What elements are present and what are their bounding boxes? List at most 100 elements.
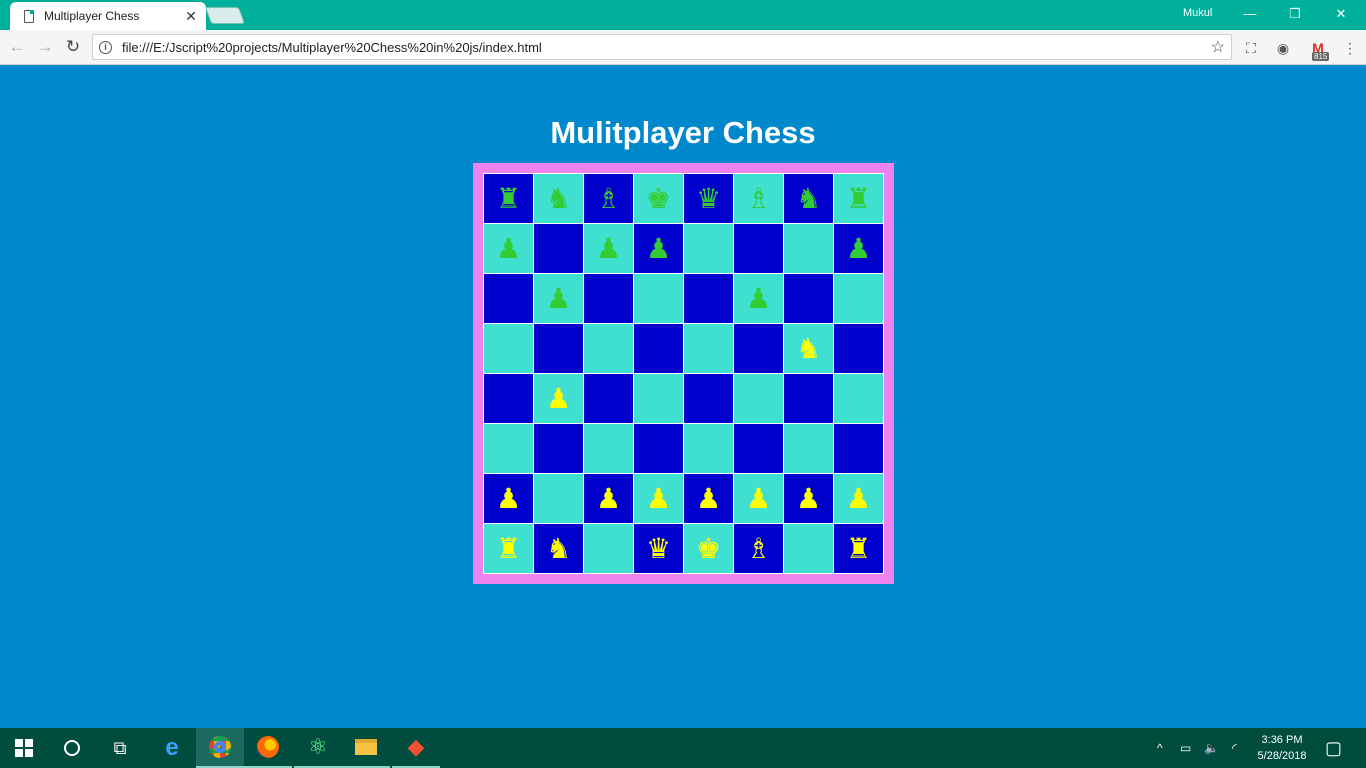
yellow-bishop-piece[interactable]: ♗ — [746, 534, 771, 563]
yellow-pawn-piece[interactable]: ♟ — [846, 484, 871, 513]
board-square[interactable] — [584, 424, 633, 473]
board-square[interactable]: ♟ — [634, 224, 683, 273]
board-square[interactable] — [734, 374, 783, 423]
git-button[interactable]: ◆ — [392, 728, 440, 768]
board-square[interactable] — [834, 374, 883, 423]
board-square[interactable]: ♗ — [584, 174, 633, 223]
green-pawn-piece[interactable]: ♟ — [496, 234, 521, 263]
board-square[interactable] — [634, 274, 683, 323]
board-square[interactable]: ♟ — [484, 474, 533, 523]
board-square[interactable]: ♟ — [734, 474, 783, 523]
yellow-queen-piece[interactable]: ♛ — [646, 534, 671, 563]
board-square[interactable]: ♞ — [534, 174, 583, 223]
taskbar-clock[interactable]: 3:36 PM 5/28/2018 — [1252, 732, 1312, 764]
board-square[interactable] — [784, 374, 833, 423]
green-knight-piece[interactable]: ♞ — [796, 184, 821, 213]
board-square[interactable]: ♟ — [634, 474, 683, 523]
address-bar[interactable]: i file:///E:/Jscript%20projects/Multipla… — [92, 34, 1232, 60]
info-icon[interactable]: i — [99, 40, 112, 54]
yellow-knight-piece[interactable]: ♞ — [546, 534, 571, 563]
board-square[interactable]: ♟ — [834, 474, 883, 523]
green-pawn-piece[interactable]: ♟ — [596, 234, 621, 263]
board-square[interactable]: ♗ — [734, 174, 783, 223]
file-explorer-button[interactable] — [342, 728, 390, 768]
yellow-pawn-piece[interactable]: ♟ — [646, 484, 671, 513]
volume-icon[interactable]: 🔈 — [1204, 728, 1219, 768]
notifications-icon[interactable]: ▢ — [1325, 728, 1342, 768]
board-square[interactable] — [684, 324, 733, 373]
yellow-pawn-piece[interactable]: ♟ — [796, 484, 821, 513]
board-square[interactable] — [684, 224, 733, 273]
menu-icon[interactable]: ⋮ — [1340, 38, 1360, 58]
yellow-rook-piece[interactable]: ♜ — [846, 534, 871, 563]
board-square[interactable]: ♟ — [534, 274, 583, 323]
board-square[interactable] — [584, 374, 633, 423]
board-square[interactable]: ♞ — [784, 324, 833, 373]
board-square[interactable] — [584, 274, 633, 323]
board-square[interactable] — [484, 274, 533, 323]
cortana-button[interactable] — [48, 728, 96, 768]
tab-close-icon[interactable]: ✕ — [184, 8, 198, 25]
board-square[interactable] — [584, 524, 633, 573]
bookmark-star-icon[interactable]: ☆ — [1211, 37, 1225, 57]
board-square[interactable]: ♚ — [634, 174, 683, 223]
green-pawn-piece[interactable]: ♟ — [546, 284, 571, 313]
wifi-icon[interactable]: ◜ — [1232, 728, 1237, 768]
yellow-pawn-piece[interactable]: ♟ — [696, 484, 721, 513]
board-square[interactable]: ♚ — [684, 524, 733, 573]
battery-icon[interactable]: ▭ — [1180, 728, 1191, 768]
board-square[interactable]: ♛ — [634, 524, 683, 573]
board-square[interactable] — [534, 224, 583, 273]
firefox-button[interactable] — [244, 728, 292, 768]
board-square[interactable]: ♛ — [684, 174, 733, 223]
tray-chevron-icon[interactable]: ^ — [1157, 728, 1163, 768]
screenshot-extension-icon[interactable]: ⛶ — [1241, 38, 1261, 58]
board-square[interactable]: ♟ — [734, 274, 783, 323]
green-bishop-piece[interactable]: ♗ — [746, 184, 771, 213]
board-square[interactable]: ♜ — [484, 174, 533, 223]
edge-button[interactable]: e — [148, 728, 196, 768]
board-square[interactable]: ♟ — [534, 374, 583, 423]
green-rook-piece[interactable]: ♜ — [496, 184, 521, 213]
board-square[interactable]: ♞ — [534, 524, 583, 573]
board-square[interactable] — [734, 224, 783, 273]
board-square[interactable] — [684, 374, 733, 423]
yellow-pawn-piece[interactable]: ♟ — [496, 484, 521, 513]
board-square[interactable]: ♗ — [734, 524, 783, 573]
yellow-pawn-piece[interactable]: ♟ — [596, 484, 621, 513]
board-square[interactable] — [534, 424, 583, 473]
back-button[interactable]: ← — [6, 36, 28, 58]
board-square[interactable]: ♟ — [584, 474, 633, 523]
forward-button[interactable]: → — [34, 36, 56, 58]
board-square[interactable]: ♟ — [834, 224, 883, 273]
board-square[interactable]: ♟ — [484, 224, 533, 273]
yellow-rook-piece[interactable]: ♜ — [496, 534, 521, 563]
profile-name[interactable]: Mukul — [1183, 7, 1212, 19]
board-square[interactable]: ♟ — [684, 474, 733, 523]
green-queen-piece[interactable]: ♛ — [696, 184, 721, 213]
task-view-button[interactable]: ⧉ — [96, 728, 144, 768]
board-square[interactable] — [784, 274, 833, 323]
board-square[interactable]: ♜ — [484, 524, 533, 573]
restore-button[interactable]: ❐ — [1272, 3, 1318, 25]
atom-button[interactable]: ⚛ — [294, 728, 342, 768]
board-square[interactable] — [484, 324, 533, 373]
board-square[interactable]: ♜ — [834, 524, 883, 573]
board-square[interactable] — [784, 424, 833, 473]
board-square[interactable]: ♟ — [584, 224, 633, 273]
board-square[interactable] — [784, 224, 833, 273]
board-square[interactable] — [584, 324, 633, 373]
browser-tab[interactable]: Multiplayer Chess ✕ — [10, 2, 206, 30]
eye-extension-icon[interactable]: ◉ — [1273, 38, 1293, 58]
board-square[interactable] — [834, 424, 883, 473]
chrome-button[interactable] — [196, 728, 244, 768]
minimize-button[interactable]: — — [1227, 3, 1273, 25]
board-square[interactable] — [734, 424, 783, 473]
yellow-pawn-piece[interactable]: ♟ — [546, 384, 571, 413]
board-square[interactable] — [734, 324, 783, 373]
board-square[interactable] — [684, 424, 733, 473]
green-bishop-piece[interactable]: ♗ — [596, 184, 621, 213]
start-button[interactable] — [0, 728, 48, 768]
board-square[interactable]: ♜ — [834, 174, 883, 223]
reload-button[interactable]: ↻ — [62, 36, 84, 58]
